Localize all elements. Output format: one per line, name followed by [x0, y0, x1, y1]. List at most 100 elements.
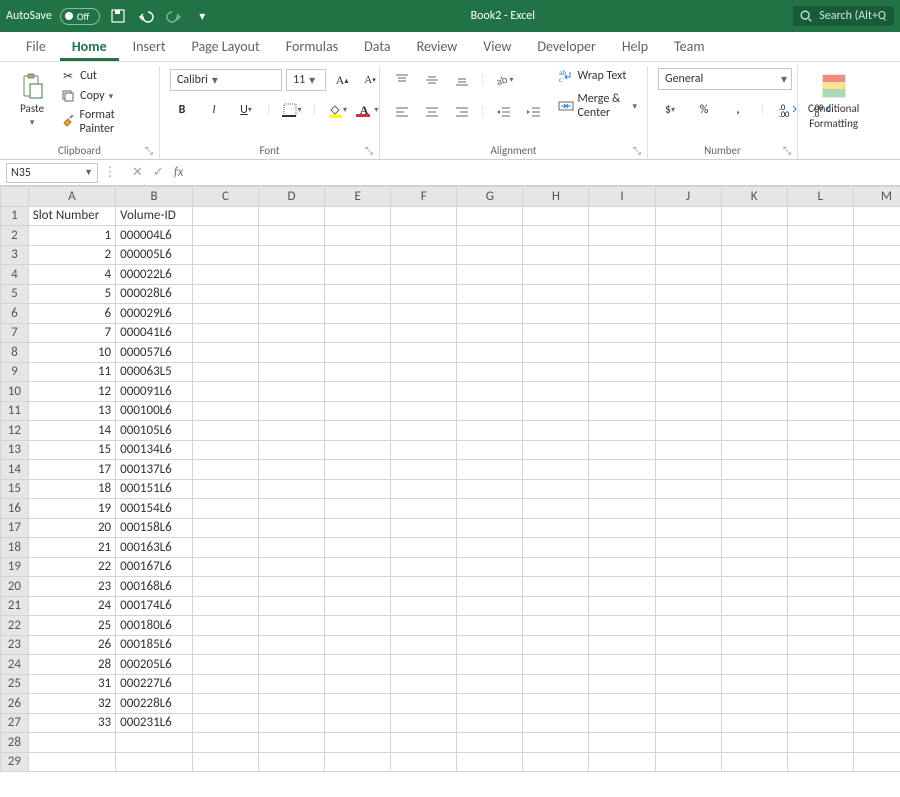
- cancel-icon[interactable]: ✕: [132, 165, 143, 180]
- cell[interactable]: 31: [28, 674, 115, 694]
- cell[interactable]: [655, 323, 721, 343]
- cell[interactable]: [853, 245, 900, 265]
- cell[interactable]: [787, 245, 853, 265]
- cell[interactable]: [523, 362, 589, 382]
- cell[interactable]: [391, 323, 457, 343]
- cell[interactable]: [258, 362, 324, 382]
- cell[interactable]: [655, 596, 721, 616]
- cell[interactable]: [655, 401, 721, 421]
- accounting-format-icon[interactable]: $▾: [658, 98, 682, 122]
- fill-color-button[interactable]: ▾: [325, 98, 349, 122]
- cell[interactable]: [391, 421, 457, 441]
- cell[interactable]: [192, 694, 258, 714]
- cell[interactable]: 19: [28, 499, 115, 519]
- cell[interactable]: 000228L6: [116, 694, 193, 714]
- cell[interactable]: [721, 245, 787, 265]
- cell[interactable]: [325, 460, 391, 480]
- cell[interactable]: 12: [28, 382, 115, 402]
- cell[interactable]: [391, 577, 457, 597]
- save-icon[interactable]: [108, 6, 128, 26]
- cell[interactable]: [391, 674, 457, 694]
- cell[interactable]: [589, 713, 655, 733]
- col-header-F[interactable]: F: [391, 187, 457, 207]
- row-header-8[interactable]: 8: [1, 343, 29, 363]
- cell[interactable]: [523, 323, 589, 343]
- cell[interactable]: [258, 538, 324, 558]
- cell[interactable]: [787, 421, 853, 441]
- copy-button[interactable]: Copy ▾: [60, 88, 149, 104]
- cell[interactable]: [721, 616, 787, 636]
- cell[interactable]: [655, 713, 721, 733]
- cell[interactable]: [391, 518, 457, 538]
- cell[interactable]: [28, 733, 115, 753]
- cell[interactable]: 000205L6: [116, 655, 193, 675]
- cell[interactable]: [325, 635, 391, 655]
- cell[interactable]: [589, 206, 655, 226]
- align-middle-icon[interactable]: [420, 68, 444, 92]
- cell[interactable]: 21: [28, 538, 115, 558]
- cell[interactable]: 10: [28, 343, 115, 363]
- cell[interactable]: [325, 206, 391, 226]
- cell[interactable]: [721, 655, 787, 675]
- cell[interactable]: [391, 635, 457, 655]
- cell[interactable]: 20: [28, 518, 115, 538]
- cell[interactable]: [787, 713, 853, 733]
- cell[interactable]: [457, 362, 523, 382]
- col-header-M[interactable]: M: [853, 187, 900, 207]
- row-header-7[interactable]: 7: [1, 323, 29, 343]
- row-header-26[interactable]: 26: [1, 694, 29, 714]
- cell[interactable]: [721, 226, 787, 246]
- cell[interactable]: [391, 538, 457, 558]
- cell[interactable]: [853, 265, 900, 285]
- cell[interactable]: [192, 674, 258, 694]
- cell[interactable]: [721, 557, 787, 577]
- cell[interactable]: [853, 557, 900, 577]
- cell[interactable]: [523, 284, 589, 304]
- col-header-J[interactable]: J: [655, 187, 721, 207]
- cell[interactable]: [325, 733, 391, 753]
- comma-format-icon[interactable]: ,: [726, 98, 750, 122]
- cell[interactable]: [523, 538, 589, 558]
- cell[interactable]: [523, 655, 589, 675]
- cell[interactable]: 000185L6: [116, 635, 193, 655]
- cell[interactable]: [721, 382, 787, 402]
- cell[interactable]: [192, 245, 258, 265]
- cell[interactable]: [787, 655, 853, 675]
- cell[interactable]: [457, 382, 523, 402]
- cell[interactable]: [853, 206, 900, 226]
- tab-file[interactable]: File: [14, 34, 58, 61]
- cell[interactable]: [258, 674, 324, 694]
- cell[interactable]: [258, 206, 324, 226]
- dialog-launcher-icon[interactable]: ⤡: [783, 144, 791, 157]
- cell[interactable]: [391, 499, 457, 519]
- cell[interactable]: [523, 304, 589, 324]
- cell[interactable]: [787, 752, 853, 772]
- cell[interactable]: [457, 616, 523, 636]
- cell[interactable]: [787, 499, 853, 519]
- cell[interactable]: 6: [28, 304, 115, 324]
- cell[interactable]: [457, 284, 523, 304]
- tab-formulas[interactable]: Formulas: [274, 34, 350, 61]
- cell[interactable]: [325, 440, 391, 460]
- cell[interactable]: [391, 479, 457, 499]
- cell[interactable]: [589, 616, 655, 636]
- cell[interactable]: [853, 635, 900, 655]
- cell[interactable]: [589, 343, 655, 363]
- cell[interactable]: [787, 226, 853, 246]
- cell[interactable]: [655, 226, 721, 246]
- cell[interactable]: 000004L6: [116, 226, 193, 246]
- cell[interactable]: [787, 343, 853, 363]
- cell[interactable]: [589, 577, 655, 597]
- cell[interactable]: 14: [28, 421, 115, 441]
- cell[interactable]: [258, 440, 324, 460]
- cell[interactable]: [192, 382, 258, 402]
- col-header-B[interactable]: B: [116, 187, 193, 207]
- cell[interactable]: [325, 401, 391, 421]
- row-header-9[interactable]: 9: [1, 362, 29, 382]
- row-header-28[interactable]: 28: [1, 733, 29, 753]
- cell[interactable]: [258, 460, 324, 480]
- cell[interactable]: [192, 577, 258, 597]
- cell[interactable]: [523, 577, 589, 597]
- cell[interactable]: [721, 752, 787, 772]
- cell[interactable]: [258, 694, 324, 714]
